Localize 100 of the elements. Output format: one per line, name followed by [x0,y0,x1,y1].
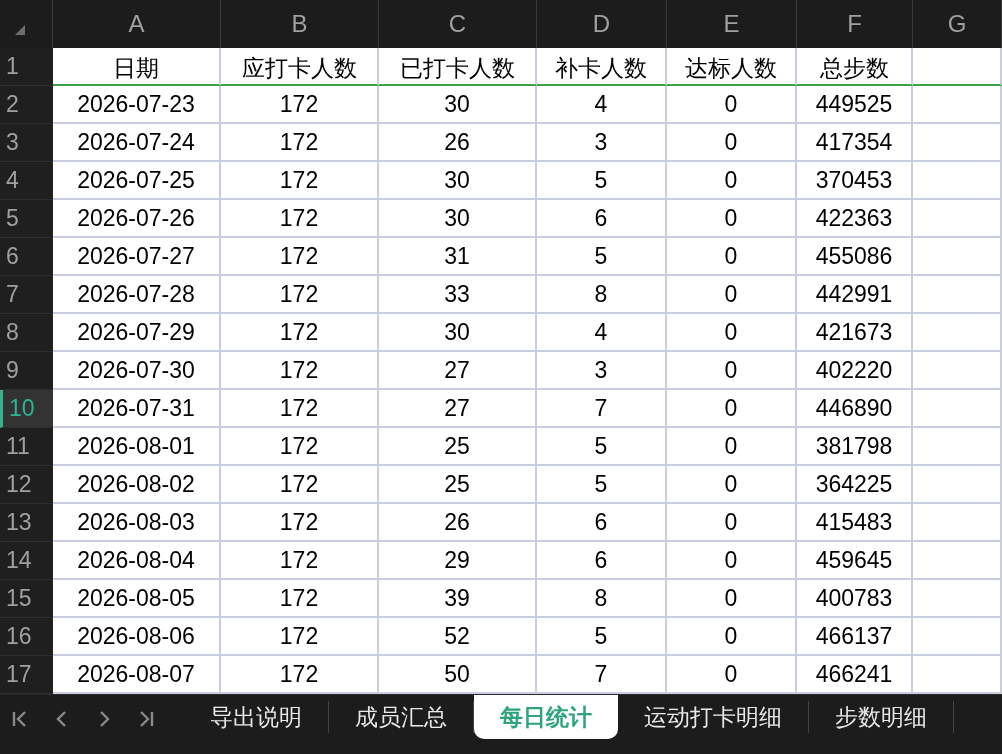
table-cell: 2026-08-01 [53,428,221,466]
table-cell: 466137 [797,618,913,656]
table-cell: 172 [221,314,379,352]
table-cell: 172 [221,428,379,466]
table-cell: 0 [667,352,797,390]
table-cell: 0 [667,618,797,656]
row-header[interactable]: 2 [0,86,53,124]
table-cell: 172 [221,390,379,428]
table-cell: 2026-07-27 [53,238,221,276]
table-cell: 31 [379,238,537,276]
table-cell: 172 [221,124,379,162]
table-cell: 50 [379,656,537,694]
table-cell: 2026-08-02 [53,466,221,504]
table-cell: 5 [537,428,667,466]
row-header[interactable]: 6 [0,238,53,276]
table-cell: 415483 [797,504,913,542]
table-cell: 422363 [797,200,913,238]
table-cell: 449525 [797,86,913,124]
table-cell: 6 [537,504,667,542]
table-cell: 172 [221,580,379,618]
select-all-icon[interactable] [14,24,26,36]
table-cell: 3 [537,352,667,390]
table-cell: 421673 [797,314,913,352]
table-cell: 30 [379,162,537,200]
table-cell: 5 [537,162,667,200]
table-cell: 2026-08-03 [53,504,221,542]
row-header[interactable]: 7 [0,276,53,314]
table-cell: 5 [537,618,667,656]
sheet-tab[interactable]: 导出说明 [184,701,329,733]
table-cell: 172 [221,162,379,200]
table-cell: 172 [221,238,379,276]
table-cell: 2026-07-31 [53,390,221,428]
table-cell: 172 [221,86,379,124]
table-cell: 0 [667,124,797,162]
row-header[interactable]: 9 [0,352,53,390]
row-header[interactable]: 4 [0,162,53,200]
row-header[interactable]: 13 [0,504,53,542]
table-cell: 6 [537,542,667,580]
table-cell: 26 [379,504,537,542]
table-cell: 0 [667,200,797,238]
row-header[interactable]: 5 [0,200,53,238]
column-header[interactable]: E [667,0,797,48]
table-cell: 442991 [797,276,913,314]
table-cell: 0 [667,580,797,618]
row-header[interactable]: 14 [0,542,53,580]
table-cell: 5 [537,466,667,504]
header-cell: 已打卡人数 [379,48,537,86]
column-header[interactable]: C [379,0,537,48]
table-cell: 381798 [797,428,913,466]
table-cell: 0 [667,314,797,352]
header-cell: 应打卡人数 [221,48,379,86]
sheet-tab[interactable]: 步数明细 [809,701,954,733]
table-cell: 5 [537,238,667,276]
table-cell: 0 [667,504,797,542]
table-cell: 455086 [797,238,913,276]
table-cell: 3 [537,124,667,162]
row-header[interactable]: 16 [0,618,53,656]
table-cell: 466241 [797,656,913,694]
table-cell: 172 [221,466,379,504]
table-cell: 0 [667,86,797,124]
table-cell: 0 [667,656,797,694]
table-cell: 7 [537,656,667,694]
table-cell: 0 [667,428,797,466]
table-cell: 2026-07-26 [53,200,221,238]
table-cell: 8 [537,580,667,618]
row-header[interactable]: 8 [0,314,53,352]
table-cell: 2026-07-29 [53,314,221,352]
table-cell: 2026-07-24 [53,124,221,162]
table-cell: 30 [379,86,537,124]
table-cell: 370453 [797,162,913,200]
table-cell: 402220 [797,352,913,390]
table-cell: 2026-07-23 [53,86,221,124]
table-cell: 446890 [797,390,913,428]
sheet-tab[interactable]: 运动打卡明细 [618,701,809,733]
column-header[interactable]: F [797,0,913,48]
table-cell: 0 [667,276,797,314]
table-cell: 2026-07-30 [53,352,221,390]
table-cell: 30 [379,200,537,238]
table-cell: 33 [379,276,537,314]
row-header[interactable]: 12 [0,466,53,504]
column-header[interactable]: A [53,0,221,48]
row-header[interactable]: 10 [0,390,53,428]
table-cell: 7 [537,390,667,428]
table-cell: 25 [379,466,537,504]
table-cell: 25 [379,428,537,466]
column-header[interactable]: G [913,0,1002,48]
table-cell: 172 [221,200,379,238]
row-header[interactable]: 1 [0,48,53,86]
column-header[interactable]: B [221,0,379,48]
table-cell: 52 [379,618,537,656]
table-cell: 172 [221,542,379,580]
table-cell: 0 [667,162,797,200]
row-header[interactable]: 3 [0,124,53,162]
table-cell: 2026-08-07 [53,656,221,694]
table-cell: 2026-08-04 [53,542,221,580]
row-header[interactable]: 15 [0,580,53,618]
row-header[interactable]: 11 [0,428,53,466]
table-cell: 26 [379,124,537,162]
column-header[interactable]: D [537,0,667,48]
row-header[interactable]: 17 [0,656,53,694]
